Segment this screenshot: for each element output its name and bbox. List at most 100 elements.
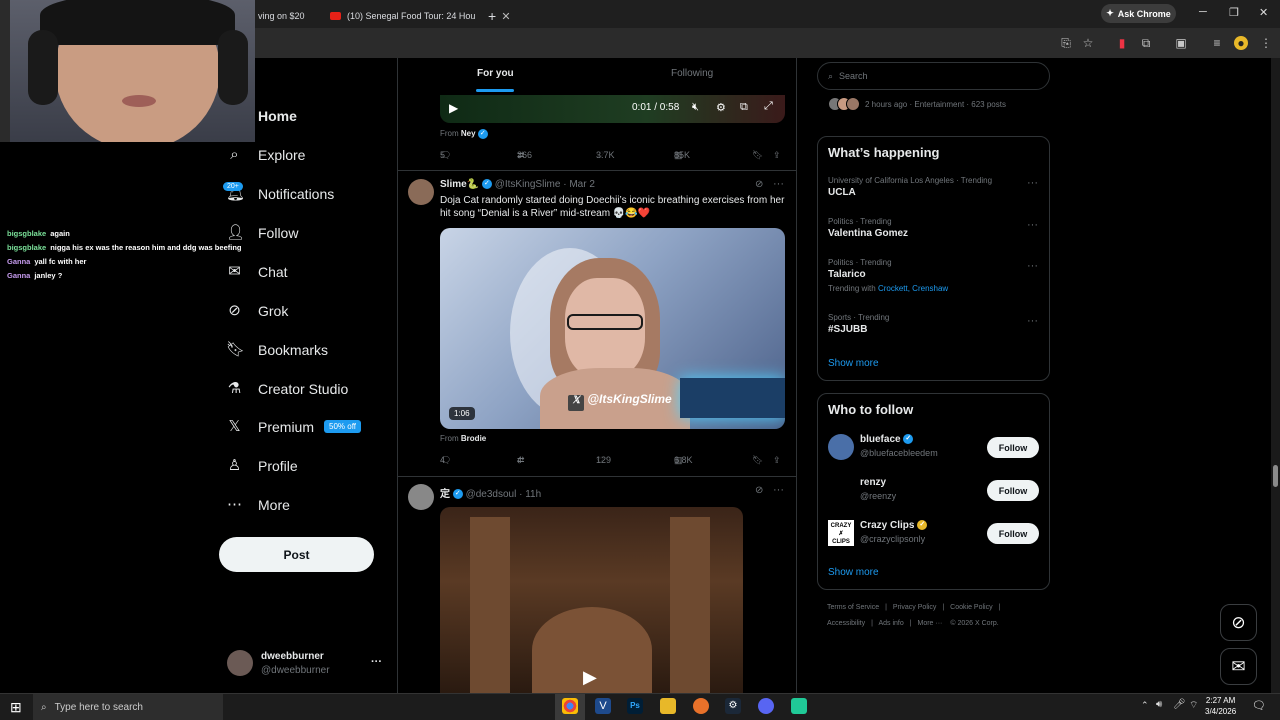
nav-chat[interactable]: ✉ Chat [226, 263, 287, 280]
nav-grok[interactable]: ⊘ Grok [226, 302, 288, 319]
trend-item[interactable]: Sports · Trending #SJUBB [828, 313, 889, 335]
minimize-button[interactable]: ─ [1199, 6, 1207, 18]
trend-more-icon[interactable]: ··· [1027, 177, 1038, 189]
share-icon[interactable]: ⇪ [773, 150, 781, 161]
network-icon[interactable]: ⌔ [1189, 699, 1198, 712]
trend-more-icon[interactable]: ··· [1027, 219, 1038, 231]
restore-button[interactable]: ❐ [1229, 6, 1239, 19]
account-more-button[interactable]: ··· [371, 656, 382, 668]
avatar[interactable]: ● [1234, 36, 1248, 50]
folder-icon[interactable] [660, 698, 676, 714]
tweet-date[interactable]: · Mar 2 [563, 179, 595, 190]
nav-follow[interactable]: 👤︎ Follow [226, 224, 298, 241]
new-tab-button[interactable]: + [480, 4, 504, 28]
play-icon[interactable]: ▶ [449, 101, 458, 115]
tab-following[interactable]: Following [671, 68, 713, 79]
tweet-video[interactable]: ▶ [440, 507, 743, 693]
app-icon[interactable] [791, 698, 807, 714]
account-avatar[interactable] [227, 650, 253, 676]
ask-chrome-button[interactable]: ✦ Ask Chrome [1101, 4, 1176, 23]
footer-link[interactable]: Accessibility [827, 620, 865, 627]
nav-profile[interactable]: ♙ Profile [226, 457, 298, 474]
grok-icon[interactable]: ⊘ [755, 485, 763, 496]
nav-more[interactable]: ⋯ More [226, 496, 290, 513]
windows-start-icon[interactable]: ⊞ [10, 699, 22, 716]
show-more-link[interactable]: Show more [828, 567, 879, 578]
who-item[interactable]: renzy @reenzy [860, 477, 896, 501]
tweet-date[interactable]: · 11h [519, 489, 541, 500]
who-item[interactable]: Crazy Clips ✓ @crazyclipsonly [860, 520, 928, 544]
play-icon[interactable]: ▶ [583, 667, 597, 688]
post-button[interactable]: Post [219, 537, 374, 572]
more-icon[interactable]: ··· [773, 484, 784, 496]
nav-creator-studio[interactable]: ⚗ Creator Studio [226, 380, 349, 397]
puzzle-icon[interactable]: ⧉ [1139, 36, 1153, 50]
grok-float-button[interactable]: ⊘ [1220, 604, 1257, 641]
trend-more-icon[interactable]: ··· [1027, 260, 1038, 272]
footer-link[interactable]: Terms of Service [827, 604, 879, 611]
trend-related-links[interactable]: Crockett, Crenshaw [878, 284, 948, 293]
trend-item[interactable]: Politics · Trending Valentina Gomez [828, 217, 908, 239]
star-icon[interactable]: ☆ [1081, 36, 1095, 50]
media-icon[interactable]: ≡ [1210, 36, 1224, 50]
video-player[interactable] [440, 95, 785, 123]
discord-icon[interactable] [758, 698, 774, 714]
scrollbar-thumb[interactable] [1273, 465, 1278, 487]
menu-icon[interactable]: ⋮ [1259, 36, 1273, 50]
nav-bookmarks[interactable]: 🔖︎ Bookmarks [226, 341, 328, 358]
author-handle[interactable]: @ItsKingSlime [495, 179, 561, 190]
chrome-icon[interactable] [562, 698, 578, 714]
clock[interactable]: 2:27 AM 3/4/2026 [1205, 695, 1236, 717]
fullscreen-icon[interactable]: ⤢ [764, 100, 773, 113]
author-handle[interactable]: @de3dsoul [466, 489, 517, 500]
grok-icon[interactable]: ⊘ [755, 179, 763, 190]
search-input[interactable]: ⌕ Search [817, 62, 1050, 90]
tab-for-you[interactable]: For you [477, 68, 514, 79]
nav-explore[interactable]: ⌕ Explore [226, 146, 305, 163]
bookmark-icon[interactable]: 🔖︎ [752, 150, 763, 161]
trend-more-icon[interactable]: ··· [1027, 315, 1038, 327]
mute-icon[interactable]: 🔇︎ [692, 101, 699, 114]
photoshop-icon[interactable]: Ps [627, 698, 643, 714]
nav-premium[interactable]: 𝕏 Premium 50% off [226, 418, 361, 435]
scrollbar-track[interactable] [1271, 58, 1280, 693]
volume-icon[interactable]: 🔊︎ [1156, 699, 1162, 710]
show-more-link[interactable]: Show more [828, 358, 879, 369]
app-icon[interactable] [693, 698, 709, 714]
footer-link[interactable]: Ads info [878, 620, 903, 627]
sidepanel-icon[interactable]: ▣ [1174, 36, 1188, 50]
follow-button[interactable]: Follow [987, 437, 1039, 458]
steam-icon[interactable]: ⚙ [725, 698, 741, 714]
author-name[interactable]: Slime🐍 [440, 179, 479, 190]
extension-icon[interactable]: ▮ [1115, 36, 1129, 50]
pip-icon[interactable]: ⧉ [740, 101, 748, 114]
mic-icon[interactable]: 🎤︎ [1173, 699, 1186, 710]
install-icon[interactable]: ⎘ [1059, 36, 1073, 50]
vs-icon[interactable]: V [595, 698, 611, 714]
avatar[interactable] [828, 434, 854, 460]
author-name[interactable]: 定 [440, 489, 450, 500]
avatar[interactable] [408, 179, 434, 205]
follow-button[interactable]: Follow [987, 523, 1039, 544]
share-icon[interactable]: ⇪ [773, 455, 781, 466]
footer-link[interactable]: Privacy Policy [893, 604, 937, 611]
more-icon[interactable]: ··· [773, 178, 784, 190]
from-name[interactable]: Brodie [461, 434, 486, 443]
footer-link[interactable]: Cookie Policy [950, 604, 992, 611]
trend-item[interactable]: Politics · Trending Talarico Trending with… [828, 258, 948, 293]
window-close-button[interactable]: ✕ [1259, 6, 1268, 19]
follow-button[interactable]: Follow [987, 480, 1039, 501]
who-item[interactable]: blueface ✓ @bluefacebleedem [860, 434, 938, 458]
tweet-video[interactable]: 𝕏 @ItsKingSlime 1:06 [440, 228, 785, 429]
from-name[interactable]: Ney [461, 129, 476, 138]
account-name[interactable]: dweebburner [261, 651, 324, 662]
messages-float-button[interactable]: ✉ [1220, 648, 1257, 685]
bookmark-icon[interactable]: 🔖︎ [752, 455, 763, 466]
notification-center-icon[interactable]: 🗨︎ [1252, 699, 1266, 712]
avatar[interactable] [408, 484, 434, 510]
tray-chevron-icon[interactable]: ⌃ [1141, 700, 1149, 711]
crazy-clips-logo[interactable]: CRAZY ✗ CLIPS [828, 520, 854, 546]
trend-item[interactable]: University of California Los Angeles · T… [828, 176, 992, 198]
footer-link[interactable]: More ··· [918, 620, 943, 627]
settings-icon[interactable]: ⚙ [716, 101, 726, 114]
